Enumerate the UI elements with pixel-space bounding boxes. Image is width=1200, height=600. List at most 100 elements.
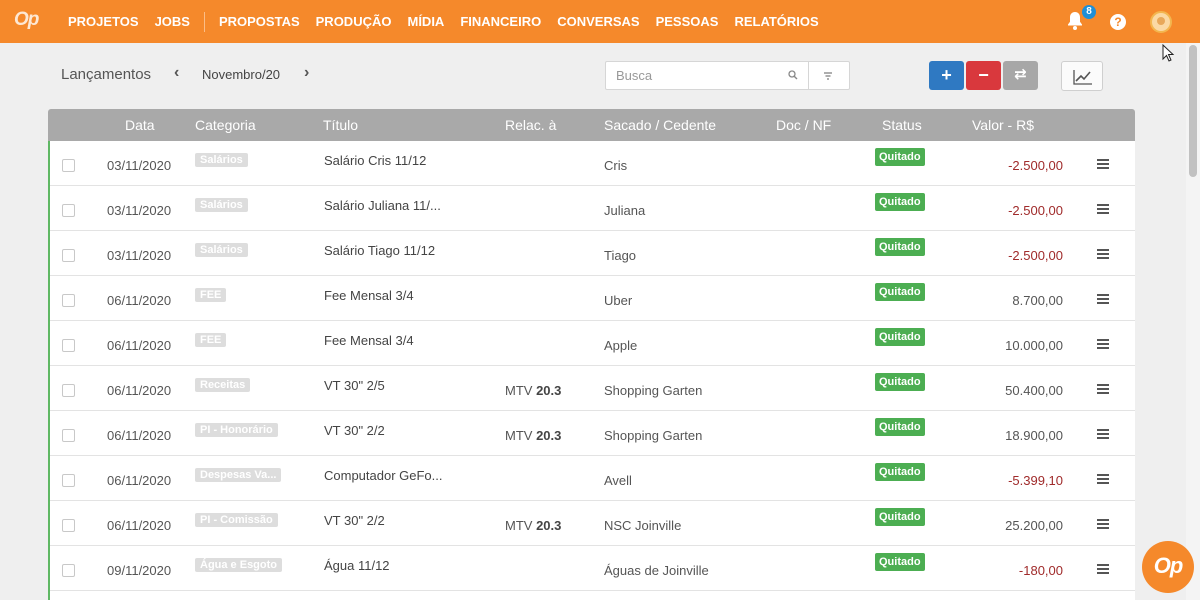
row-checkbox[interactable] <box>62 339 75 352</box>
row-menu-icon[interactable] <box>1097 384 1109 394</box>
row-date: 09/11/2020 <box>107 563 172 578</box>
related-number[interactable]: 20.3 <box>536 428 561 443</box>
related-number[interactable]: 20.3 <box>536 518 561 533</box>
entries-table: 03/11/2020 Salários Salário Cris 11/12 Cris… <box>48 141 1135 600</box>
row-value: 10.000,00 <box>1005 338 1063 353</box>
filter-button[interactable] <box>809 61 850 90</box>
status-badge: Quitado <box>875 553 925 571</box>
add-entry-button[interactable]: + <box>929 61 964 90</box>
nav-pessoas[interactable]: PESSOAS <box>656 14 719 29</box>
row-title[interactable]: Salário Juliana 11/... <box>324 198 441 213</box>
row-menu-icon[interactable] <box>1097 519 1109 529</box>
help-icon[interactable]: ? <box>1110 13 1126 30</box>
table-row[interactable]: 09/11/2020 Água e Esgoto Água 11/12 Águas d… <box>50 546 1135 591</box>
table-row[interactable]: 06/11/2020 FEE Fee Mensal 3/4 Apple Quitado 1… <box>50 321 1135 366</box>
chart-button[interactable] <box>1061 61 1103 91</box>
row-value: 8.700,00 <box>1012 293 1063 308</box>
row-title[interactable]: VT 30" 2/5 <box>324 378 385 393</box>
add-expense-button[interactable]: − <box>966 61 1001 90</box>
scroll-thumb[interactable] <box>1189 45 1197 177</box>
row-menu-icon[interactable] <box>1097 564 1109 574</box>
row-checkbox[interactable] <box>62 564 75 577</box>
related-prefix: MTV <box>505 428 537 443</box>
row-title[interactable]: VT 30" 2/2 <box>324 423 385 438</box>
row-checkbox[interactable] <box>62 384 75 397</box>
mouse-cursor-icon <box>1162 44 1175 62</box>
row-menu-icon[interactable] <box>1097 429 1109 439</box>
avatar[interactable] <box>1150 10 1172 33</box>
row-title[interactable]: Fee Mensal 3/4 <box>324 288 414 303</box>
table-row[interactable]: 06/11/2020 Receitas VT 30" 2/5 MTV 20.3 Shop… <box>50 366 1135 411</box>
category-badge: FEE <box>195 333 227 347</box>
app-logo[interactable]: Op <box>14 9 39 31</box>
header-doc[interactable]: Doc / NF <box>776 117 831 133</box>
row-title[interactable]: Salário Tiago 11/12 <box>324 243 435 258</box>
header-related[interactable]: Relac. à <box>505 117 556 133</box>
prev-month-button[interactable]: ‹ <box>174 64 179 82</box>
category-badge: Salários <box>195 243 248 257</box>
nav-projetos[interactable]: PROJETOS <box>68 14 139 29</box>
nav-jobs[interactable]: JOBS <box>155 14 190 29</box>
header-category[interactable]: Categoria <box>195 117 256 133</box>
row-checkbox[interactable] <box>62 249 75 262</box>
table-row[interactable]: 06/11/2020 PI - Honorário VT 30" 2/2 MTV 20… <box>50 411 1135 456</box>
row-title[interactable]: Fee Mensal 3/4 <box>324 333 414 348</box>
chat-button[interactable]: Op <box>1142 541 1194 593</box>
related-number[interactable]: 20.3 <box>536 383 561 398</box>
header-party[interactable]: Sacado / Cedente <box>604 117 716 133</box>
page-title: Lançamentos <box>61 66 152 83</box>
row-title[interactable]: VT 30" 2/2 <box>324 513 385 528</box>
transfer-button[interactable]: ⇄ <box>1003 61 1038 90</box>
row-date: 06/11/2020 <box>107 428 172 443</box>
category-badge: PI - Honorário <box>195 423 278 437</box>
row-checkbox[interactable] <box>62 294 75 307</box>
row-checkbox[interactable] <box>62 204 75 217</box>
header-date[interactable]: Data <box>125 117 155 133</box>
table-header: Data Categoria Título Relac. à Sacado / … <box>48 109 1135 141</box>
row-menu-icon[interactable] <box>1097 249 1109 259</box>
table-row[interactable]: 03/11/2020 Salários Salário Juliana 11/...… <box>50 186 1135 231</box>
status-badge: Quitado <box>875 328 925 346</box>
row-checkbox[interactable] <box>62 519 75 532</box>
header-status[interactable]: Status <box>882 117 922 133</box>
row-checkbox[interactable] <box>62 159 75 172</box>
row-title[interactable]: Salário Cris 11/12 <box>324 153 426 168</box>
search-icon[interactable] <box>788 70 798 80</box>
row-menu-icon[interactable] <box>1097 294 1109 304</box>
nav-relatorios[interactable]: RELATÓRIOS <box>734 14 818 29</box>
row-checkbox[interactable] <box>62 429 75 442</box>
row-date: 03/11/2020 <box>107 158 172 173</box>
row-title[interactable]: Água 11/12 <box>324 558 390 573</box>
row-checkbox[interactable] <box>62 474 75 487</box>
status-badge: Quitado <box>875 148 925 166</box>
table-row[interactable]: 03/11/2020 Salários Salário Tiago 11/12 Tia… <box>50 231 1135 276</box>
table-row[interactable]: 06/11/2020 Despesas Va... Computador GeFo.… <box>50 456 1135 501</box>
row-menu-icon[interactable] <box>1097 474 1109 484</box>
table-row[interactable]: 03/11/2020 Salários Salário Cris 11/12 Cris… <box>50 141 1135 186</box>
header-value[interactable]: Valor - R$ <box>972 117 1034 133</box>
nav-conversas[interactable]: CONVERSAS <box>557 14 639 29</box>
row-menu-icon[interactable] <box>1097 159 1109 169</box>
notifications-button[interactable]: 8 <box>1066 4 1096 33</box>
row-date: 06/11/2020 <box>107 518 172 533</box>
page-scrollbar[interactable] <box>1186 43 1200 600</box>
status-badge: Quitado <box>875 238 925 256</box>
row-menu-icon[interactable] <box>1097 339 1109 349</box>
next-month-button[interactable]: › <box>304 64 309 82</box>
status-badge: Quitado <box>875 463 925 481</box>
category-badge: Salários <box>195 198 248 212</box>
table-row[interactable]: 06/11/2020 FEE Fee Mensal 3/4 Uber Quitado 8.… <box>50 276 1135 321</box>
category-badge: Salários <box>195 153 248 167</box>
row-menu-icon[interactable] <box>1097 204 1109 214</box>
nav-propostas[interactable]: PROPOSTAS <box>219 14 300 29</box>
related-prefix: MTV <box>505 518 537 533</box>
search-input[interactable] <box>606 62 796 89</box>
header-title[interactable]: Título <box>323 117 358 133</box>
line-chart-icon <box>1073 70 1092 85</box>
row-title[interactable]: Computador GeFo... <box>324 468 443 483</box>
nav-producao[interactable]: PRODUÇÃO <box>316 14 392 29</box>
nav-financeiro[interactable]: FINANCEIRO <box>460 14 541 29</box>
table-row[interactable]: 06/11/2020 PI - Comissão VT 30" 2/2 MTV 20.… <box>50 501 1135 546</box>
row-date: 03/11/2020 <box>107 248 172 263</box>
nav-midia[interactable]: MÍDIA <box>407 14 444 29</box>
